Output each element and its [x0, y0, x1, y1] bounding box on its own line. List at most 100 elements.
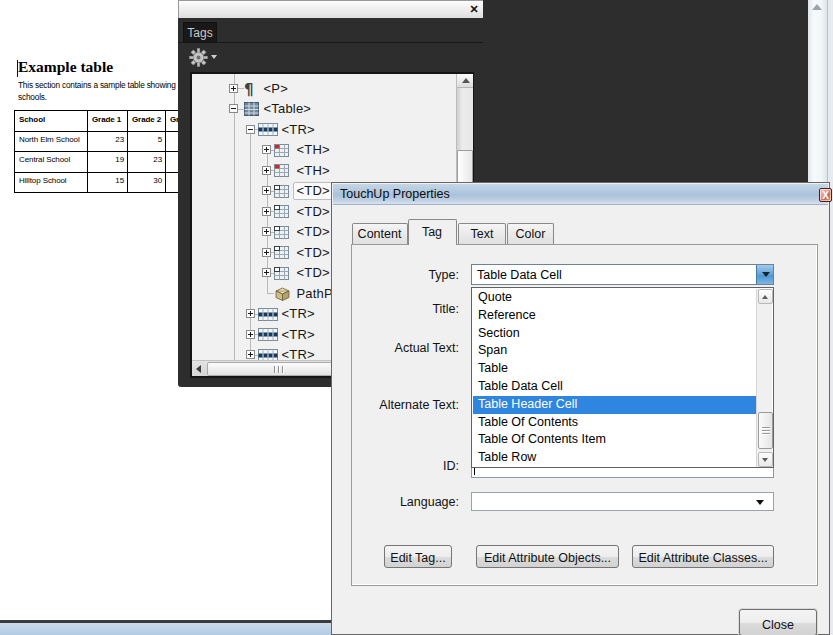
dialog-tab-color[interactable]: Color	[507, 223, 554, 245]
tab-divider	[178, 42, 483, 43]
table-row-tag-icon	[258, 308, 278, 321]
tree-item-p[interactable]: ¶ <P>	[192, 78, 473, 98]
options-gear-button[interactable]	[189, 48, 219, 68]
table-row-tag-icon	[258, 328, 278, 341]
path-object-icon	[274, 286, 291, 301]
acrobat-window: Example table This section contains a sa…	[0, 0, 833, 635]
dropdown-option-table-of-contents[interactable]: Table Of Contents	[473, 414, 756, 432]
actual-text-label: Actual Text:	[352, 341, 459, 355]
tree-item-label: <TD>	[297, 265, 330, 280]
close-button[interactable]: Close	[739, 609, 817, 635]
dropdown-scrollbar[interactable]	[756, 289, 772, 467]
type-dropdown-list: QuoteReferenceSectionSpanTableTable Data…	[471, 287, 774, 468]
tree-scroll-left-button[interactable]	[192, 361, 206, 377]
scroll-up-icon[interactable]	[812, 4, 822, 10]
document-heading: Example table	[18, 58, 113, 76]
dialog-tab-tag[interactable]: Tag	[408, 219, 457, 245]
dropdown-option-table-of-contents-item[interactable]: Table Of Contents Item	[473, 431, 756, 449]
table-cell: 15	[88, 172, 128, 192]
dropdown-option-table-row[interactable]: Table Row	[473, 449, 756, 467]
dropdown-option-table-header-cell[interactable]: Table Header Cell	[473, 396, 757, 414]
expand-icon[interactable]	[262, 145, 271, 154]
dialog-close-button[interactable]: X	[819, 188, 832, 202]
dropdown-option-table[interactable]: Table	[473, 360, 756, 378]
tab-tags[interactable]: Tags	[183, 22, 217, 42]
dropdown-scroll-up-button[interactable]	[758, 289, 773, 304]
alternate-text-label: Alternate Text:	[352, 398, 459, 412]
edit-attribute-classes-button[interactable]: Edit Attribute Classes...	[632, 545, 774, 568]
expand-icon[interactable]	[262, 248, 271, 257]
expand-icon[interactable]	[229, 84, 238, 93]
expand-icon[interactable]	[262, 186, 271, 195]
table-row-tag-icon	[258, 123, 278, 136]
tree-item-th[interactable]: <TH>	[192, 160, 473, 180]
dialog-tab-content[interactable]: Content	[352, 223, 408, 245]
expand-icon[interactable]	[262, 227, 271, 236]
tree-item-label: <TD>	[297, 245, 330, 260]
dropdown-option-section[interactable]: Section	[473, 325, 756, 343]
dropdown-option-span[interactable]: Span	[473, 342, 756, 360]
title-label: Title:	[352, 302, 459, 316]
tree-item-label: <TH>	[297, 163, 330, 178]
dialog-tab-text[interactable]: Text	[458, 223, 506, 245]
dropdown-option-reference[interactable]: Reference	[473, 307, 756, 325]
table-cell: 5	[128, 132, 166, 152]
tags-panel-titlebar[interactable]: ✕	[178, 0, 483, 18]
gear-icon	[189, 48, 208, 67]
tree-item-tr[interactable]: <TR>	[192, 119, 473, 139]
table-tag-icon	[244, 102, 259, 116]
expand-icon[interactable]	[246, 330, 255, 339]
table-header-cell-tag-icon	[274, 144, 289, 157]
dropdown-scroll-thumb[interactable]	[758, 412, 773, 449]
chevron-down-icon	[756, 500, 764, 505]
document-vertical-scrollbar[interactable]	[808, 0, 827, 183]
scroll-down-icon	[762, 458, 768, 462]
table-header-cell: Grade 1	[88, 111, 128, 132]
thumb-grip	[274, 366, 275, 373]
scroll-up-icon	[462, 78, 470, 83]
paragraph-line: schools.	[18, 92, 179, 104]
dropdown-option-table-data-cell[interactable]: Table Data Cell	[473, 378, 756, 396]
thumb-grip	[278, 366, 279, 373]
table-cell: 19	[88, 152, 128, 172]
expand-icon[interactable]	[262, 166, 271, 175]
dropdown-option-quote[interactable]: Quote	[473, 289, 756, 307]
chevron-down-icon	[762, 272, 770, 277]
tree-item-label: <Table>	[264, 101, 312, 116]
dropdown-scroll-down-button[interactable]	[758, 452, 773, 467]
edit-attribute-objects-button[interactable]: Edit Attribute Objects...	[476, 545, 619, 568]
expand-icon[interactable]	[246, 309, 255, 318]
gear-dropdown-caret-icon	[211, 55, 217, 59]
tree-item-table[interactable]: <Table>	[192, 99, 473, 119]
collapse-icon[interactable]	[229, 104, 238, 113]
scroll-up-icon	[762, 295, 768, 299]
panel-close-icon[interactable]: ✕	[466, 2, 482, 17]
tree-scroll-up-button[interactable]	[457, 74, 474, 88]
table-data-cell-tag-icon	[274, 267, 289, 280]
language-combobox[interactable]	[471, 492, 774, 511]
dialog-titlebar[interactable]: TouchUp Properties X	[333, 184, 828, 205]
paragraph-line: This section contains a sample table sho…	[18, 80, 179, 92]
type-combobox[interactable]: Table Data Cell	[471, 264, 774, 285]
type-combobox-value: Table Data Cell	[477, 268, 562, 282]
type-combobox-dropdown-button[interactable]	[756, 265, 773, 284]
paragraph-tag-icon: ¶	[244, 81, 254, 99]
expand-icon[interactable]	[246, 350, 255, 359]
expand-icon[interactable]	[262, 207, 271, 216]
tree-item-label: <TR>	[282, 327, 315, 342]
table-cell: Hilltop School	[15, 172, 88, 192]
tree-item-label: <TR>	[282, 122, 315, 137]
table-data-cell-tag-icon	[274, 246, 289, 259]
thumb-grip	[282, 366, 283, 373]
expand-icon[interactable]	[262, 268, 271, 277]
type-label: Type:	[352, 268, 459, 282]
edit-tag-button[interactable]: Edit Tag...	[384, 545, 452, 568]
tree-item-label: <TD>	[297, 183, 330, 198]
window-bottom-frame	[0, 623, 331, 635]
tree-item-label: <TH>	[297, 142, 330, 157]
tree-item-label: <TR>	[282, 306, 315, 321]
table-header-cell: School	[15, 111, 88, 132]
tree-item-th[interactable]: <TH>	[192, 140, 473, 160]
tree-item-label: <P>	[264, 81, 288, 96]
collapse-icon[interactable]	[246, 125, 255, 134]
